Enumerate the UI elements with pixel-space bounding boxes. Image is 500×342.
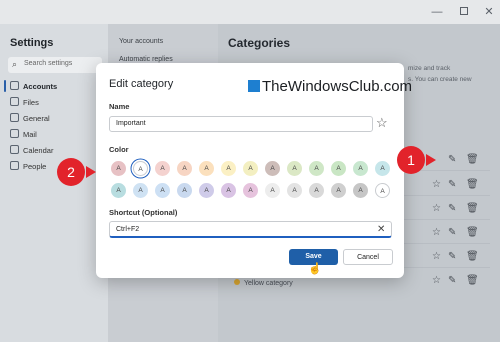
people-icon <box>10 161 19 170</box>
watermark: TheWindowsClub.com <box>248 78 412 95</box>
shortcut-field[interactable]: Ctrl+F2 <box>109 221 392 238</box>
color-swatch[interactable]: A <box>353 183 368 198</box>
subnav-automatic-replies[interactable]: Automatic replies <box>119 56 173 63</box>
sidebar-item-label: Files <box>23 98 39 107</box>
delete-icon[interactable]: 🗑 <box>466 203 479 214</box>
maximize-icon[interactable] <box>457 5 471 19</box>
callout-badge-2: 2 <box>57 158 85 186</box>
dialog-title: Edit category <box>109 78 174 90</box>
delete-icon[interactable]: 🗑 <box>466 227 479 238</box>
color-swatch[interactable]: A <box>243 183 258 198</box>
person-icon <box>10 81 19 90</box>
color-swatch[interactable]: A <box>199 183 214 198</box>
color-swatch[interactable]: A <box>177 183 192 198</box>
shortcut-label: Shortcut (Optional) <box>109 208 178 217</box>
search-input[interactable]: ⌕ Search settings <box>8 57 102 73</box>
sidebar-item-mail[interactable]: Mail <box>10 128 37 142</box>
color-label: Color <box>109 145 129 154</box>
calendar-icon <box>10 145 19 154</box>
star-icon[interactable]: ☆ <box>432 275 441 286</box>
star-icon[interactable]: ☆ <box>432 227 441 238</box>
color-swatch[interactable]: A <box>199 161 214 176</box>
color-swatch[interactable]: A <box>155 183 170 198</box>
color-swatch[interactable]: A <box>155 161 170 176</box>
delete-icon[interactable]: 🗑 <box>466 179 479 190</box>
color-swatch[interactable]: A <box>331 161 346 176</box>
color-swatch[interactable]: A <box>375 183 390 198</box>
edit-icon[interactable]: ✎ <box>448 227 456 238</box>
color-swatch[interactable]: A <box>177 161 192 176</box>
color-swatch[interactable]: A <box>331 183 346 198</box>
sidebar-item-label: Mail <box>23 130 37 139</box>
sidebar-item-people[interactable]: People <box>10 160 46 174</box>
color-swatch[interactable]: A <box>375 161 390 176</box>
delete-icon[interactable]: 🗑 <box>466 275 479 286</box>
settings-title: Settings <box>10 37 54 49</box>
search-placeholder: Search settings <box>24 60 73 67</box>
star-icon[interactable]: ☆ <box>432 179 441 190</box>
page-title: Categories <box>228 36 291 50</box>
active-indicator <box>4 80 6 92</box>
color-swatch[interactable]: A <box>133 183 148 198</box>
color-swatch[interactable]: A <box>111 183 126 198</box>
clear-icon[interactable]: ✕ <box>377 224 385 235</box>
title-bar: — ✕ <box>0 0 500 24</box>
callout-badge-1: 1 <box>397 146 425 174</box>
color-swatch[interactable]: A <box>221 183 236 198</box>
mouse-pointer-icon: ☝ <box>308 263 322 275</box>
sidebar-item-general[interactable]: General <box>10 112 50 126</box>
categories-description: s. You can create new <box>408 76 472 83</box>
star-icon[interactable]: ☆ <box>432 251 441 262</box>
subnav-your-accounts[interactable]: Your accounts <box>119 38 163 45</box>
edit-icon[interactable]: ✎ <box>448 179 456 190</box>
name-label: Name <box>109 102 130 111</box>
cancel-button[interactable]: Cancel <box>343 249 393 265</box>
sidebar-item-label: Accounts <box>23 82 58 91</box>
gear-icon <box>10 113 19 122</box>
categories-description: mize and track <box>408 65 451 72</box>
edit-icon[interactable]: ✎ <box>448 203 456 214</box>
sidebar-item-label: People <box>23 162 47 171</box>
color-swatch[interactable]: A <box>265 183 280 198</box>
color-swatch[interactable]: A <box>111 161 126 176</box>
color-swatch[interactable]: A <box>353 161 368 176</box>
name-field[interactable]: Important <box>109 116 373 132</box>
minimize-icon[interactable]: — <box>430 5 444 19</box>
sidebar-item-accounts[interactable]: Accounts <box>10 80 57 94</box>
color-swatch[interactable]: A <box>243 161 258 176</box>
color-swatch[interactable]: A <box>309 183 324 198</box>
sidebar-item-label: Calendar <box>23 146 54 155</box>
sidebar-item-calendar[interactable]: Calendar <box>10 144 53 158</box>
favorite-star-icon[interactable]: ☆ <box>376 115 388 131</box>
callout-arrow-2 <box>86 166 96 178</box>
search-icon: ⌕ <box>12 59 18 69</box>
color-swatch[interactable]: A <box>221 161 236 176</box>
color-swatch[interactable]: A <box>287 161 302 176</box>
sidebar-item-label: General <box>23 114 50 123</box>
windows-logo-icon <box>248 80 260 92</box>
callout-arrow-1 <box>426 154 436 166</box>
edit-category-dialog: Edit category Name Important ☆ Color AAA… <box>96 63 404 278</box>
watermark-text: TheWindowsClub.com <box>262 78 413 95</box>
color-swatch[interactable]: A <box>309 161 324 176</box>
mail-icon <box>10 129 19 138</box>
color-swatch[interactable]: A <box>265 161 280 176</box>
settings-sidebar: Settings ⌕ Search settings Accounts File… <box>0 24 108 342</box>
delete-icon[interactable]: 🗑 <box>466 154 479 165</box>
sidebar-item-files[interactable]: Files <box>10 96 39 110</box>
edit-icon[interactable]: ✎ <box>448 251 456 262</box>
color-swatch[interactable]: A <box>287 183 302 198</box>
file-icon <box>10 97 19 106</box>
delete-icon[interactable]: 🗑 <box>466 251 479 262</box>
edit-icon[interactable]: ✎ <box>448 154 456 165</box>
star-icon[interactable]: ☆ <box>432 203 441 214</box>
close-icon[interactable]: ✕ <box>482 5 496 19</box>
edit-icon[interactable]: ✎ <box>448 275 456 286</box>
color-swatch[interactable]: A <box>133 161 148 176</box>
